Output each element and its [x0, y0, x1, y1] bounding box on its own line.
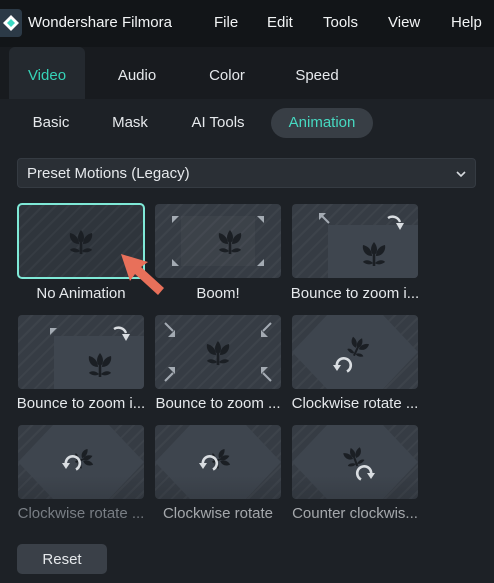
menu-view[interactable]: View: [388, 14, 420, 31]
preset-label: Bounce to zoom ...: [155, 395, 281, 412]
bounce-zoom-icon: [50, 326, 144, 389]
preset-motions-dropdown[interactable]: Preset Motions (Legacy): [17, 158, 476, 188]
subtab-basic[interactable]: Basic: [22, 108, 80, 138]
menu-tools[interactable]: Tools: [323, 14, 358, 31]
menu-edit[interactable]: Edit: [267, 14, 293, 31]
preset-label: Bounce to zoom i...: [16, 395, 146, 412]
dropdown-value: Preset Motions (Legacy): [27, 165, 190, 182]
tab-audio[interactable]: Audio: [100, 47, 174, 99]
preset-thumbnail-clockwise-rotate-2[interactable]: [18, 425, 144, 499]
property-tabs: Video Audio Color Speed: [0, 47, 494, 99]
bounce-zoom-icon: [319, 213, 418, 278]
preset-label: Counter clockwis...: [292, 505, 418, 522]
annotation-arrow-icon: [121, 254, 164, 295]
preset-thumbnail-counter-clockwise[interactable]: [292, 425, 418, 499]
filmora-logo-icon: [0, 9, 22, 37]
rotate-clockwise-icon: [155, 425, 281, 499]
rotate-clockwise-icon: [18, 425, 144, 499]
preset-thumbnail-bounce-zoom-in-2[interactable]: [18, 315, 144, 389]
tab-color[interactable]: Color: [190, 47, 264, 99]
preset-label: Clockwise rotate: [162, 505, 274, 522]
rotate-counterclockwise-icon: [292, 425, 418, 499]
tab-video[interactable]: Video: [9, 47, 85, 99]
subtab-ai-tools[interactable]: AI Tools: [180, 108, 256, 138]
menu-file[interactable]: File: [214, 14, 238, 31]
preset-thumbnail-bounce-zoom[interactable]: [155, 315, 281, 389]
reset-button[interactable]: Reset: [17, 544, 107, 574]
subtab-mask[interactable]: Mask: [100, 108, 160, 138]
preset-thumbnail-bounce-zoom-in[interactable]: [292, 204, 418, 278]
preset-thumbnail-clockwise-rotate-3[interactable]: [155, 425, 281, 499]
preset-thumbnail-clockwise-rotate[interactable]: [292, 315, 418, 389]
subtab-animation[interactable]: Animation: [271, 108, 373, 138]
rotate-clockwise-icon: [292, 315, 418, 389]
menu-help[interactable]: Help: [451, 14, 482, 31]
title-bar: Wondershare Filmora File Edit Tools View…: [0, 0, 494, 47]
zoom-arrows-icon: [164, 322, 272, 382]
chevron-down-icon: [455, 167, 467, 185]
app-title: Wondershare Filmora: [28, 14, 172, 31]
preset-label: Clockwise rotate ...: [17, 505, 145, 522]
preset-label: Clockwise rotate ...: [291, 395, 419, 412]
tab-speed[interactable]: Speed: [280, 47, 354, 99]
preset-label: Bounce to zoom i...: [290, 285, 420, 302]
